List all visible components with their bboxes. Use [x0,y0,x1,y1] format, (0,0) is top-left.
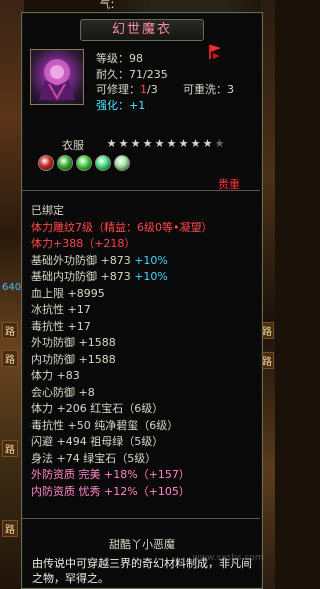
attribute-text: 闪避 +494 祖母绿（5级） [31,435,164,448]
watermark-text: www.sxsbs.com [192,553,264,563]
star-icon: ★ [214,137,225,150]
attribute-text: 体力 +206 红宝石（6级） [31,402,164,415]
attribute-text: 内防资质 忧秀 +12%（+105） [31,484,190,498]
attribute-row: 会心防御 +8 [31,385,257,402]
side-nav-label[interactable]: 路 [2,520,18,537]
attribute-row: 基础外功防御 +873 +10% [31,253,257,270]
attribute-row: 体力 +206 红宝石（6级） [31,401,257,418]
game-world-right [261,0,275,589]
robe-icon[interactable] [30,49,84,105]
attribute-text: 外防资质 完美 +18%（+157） [31,468,190,481]
durability-row: 耐久：71/235 [96,66,168,82]
rewash-row: 可重洗：3 [183,81,234,97]
attribute-text: 基础外功防御 +873 [31,253,135,267]
star-icon: ★ [106,137,117,150]
attribute-text: 内功防御 +1588 [31,352,116,366]
item-tooltip: 幻世魔衣 等级：98 耐久：71/235 可修理：1/3 可重洗：3 强化：+1… [21,12,263,589]
attribute-bonus: +10% [134,270,168,283]
attribute-text: 血上限 +8995 [31,286,105,300]
gem-socket-icon[interactable] [95,155,111,171]
level-row: 等级：98 [96,50,143,66]
repairable-now: 1 [140,83,147,96]
star-icon: ★ [178,137,189,150]
watermark: www.sxsbs.com [182,553,274,583]
attribute-text: 基础内功防御 +873 [31,270,135,283]
attribute-text: 身法 +74 绿宝石（5级） [31,451,157,465]
attribute-row: 已绑定 [31,203,257,220]
star-icon: ★ [190,137,201,150]
gem-socket-icon[interactable] [38,155,54,171]
level-value: 98 [129,52,143,65]
attribute-text: 体力雕纹7级（精益：6级0等•凝望） [31,220,213,234]
item-name: 幻世魔衣 [80,19,204,41]
rewash-value: 3 [227,83,234,96]
crafter-name: 甜酷丫小恶魔 [109,538,175,551]
gem-socket-icon[interactable] [57,155,73,171]
star-icon: ★ [118,137,129,150]
attribute-row: 体力 +83 [31,368,257,385]
enhance-value: +1 [129,99,146,112]
item-type: 衣服 [62,139,84,152]
enhance-label: 强化： [96,99,129,112]
attribute-row: 毒抗性 +50 纯净碧玺（6级） [31,418,257,435]
attribute-row: 血上限 +8995 [31,286,257,303]
attribute-text: 会心防御 +8 [31,385,95,399]
bound-flag-icon [209,45,221,59]
enhance-row: 强化：+1 [96,97,145,113]
attribute-bonus: +10% [134,253,168,267]
attribute-text: 体力+388（+218） [31,237,136,250]
side-nav-label[interactable]: 路 [2,350,18,367]
top-status-text: 气： [100,0,120,11]
rewash-label: 可重洗： [183,83,227,96]
attribute-row: 闪避 +494 祖母绿（5级） [31,434,257,451]
attribute-row: 外防资质 完美 +18%（+157） [31,467,257,484]
durability-label: 耐久： [96,68,129,81]
repairable-label: 可修理： [96,83,140,96]
level-label: 等级： [96,52,129,65]
star-icon: ★ [166,137,177,150]
attribute-list: 已绑定体力雕纹7级（精益：6级0等•凝望） 体力+388（+218） 基础外功防御 … [31,203,257,500]
star-icon: ★ [202,137,213,150]
attribute-row: 外功防御 +1588 [31,335,257,352]
divider [22,190,260,191]
divider [22,518,260,519]
star-icon: ★ [154,137,165,150]
attribute-row: 毒抗性 +17 [31,319,257,336]
gem-sockets [38,155,130,171]
attribute-row: 体力雕纹7级（精益：6级0等•凝望） [31,220,257,237]
attribute-text: 毒抗性 +50 纯净碧玺（6级） [31,418,179,432]
star-rating: ★ ★ ★ ★ ★ ★ ★ ★ ★ ★ [106,138,225,149]
attribute-text: 毒抗性 +17 [31,319,91,333]
attribute-row: 冰抗性 +17 [31,302,257,319]
gem-socket-icon[interactable] [76,155,92,171]
side-nav-label[interactable]: 路 [2,440,18,457]
side-nav-label[interactable]: 路 [2,322,18,339]
attribute-text: 冰抗性 +17 [31,303,91,316]
repair-row: 可修理：1/3 [96,81,158,97]
attribute-row: 身法 +74 绿宝石（5级） [31,451,257,468]
attribute-text: 外功防御 +1588 [31,336,116,349]
top-status-bar: 气： [100,0,275,12]
attribute-row: 内防资质 忧秀 +12%（+105） [31,484,257,501]
attribute-row: 内功防御 +1588 [31,352,257,369]
gem-socket-icon[interactable] [114,155,130,171]
attribute-row: 基础内功防御 +873 +10% [31,269,257,286]
attribute-text: 体力 +83 [31,369,80,382]
star-icon: ★ [142,137,153,150]
repairable-total: /3 [147,83,158,96]
attribute-text: 已绑定 [31,204,64,217]
durability-value: 71/235 [129,68,168,81]
star-icon: ★ [130,137,141,150]
side-number: 640 [2,282,22,293]
attribute-row: 体力+388（+218） [31,236,257,253]
